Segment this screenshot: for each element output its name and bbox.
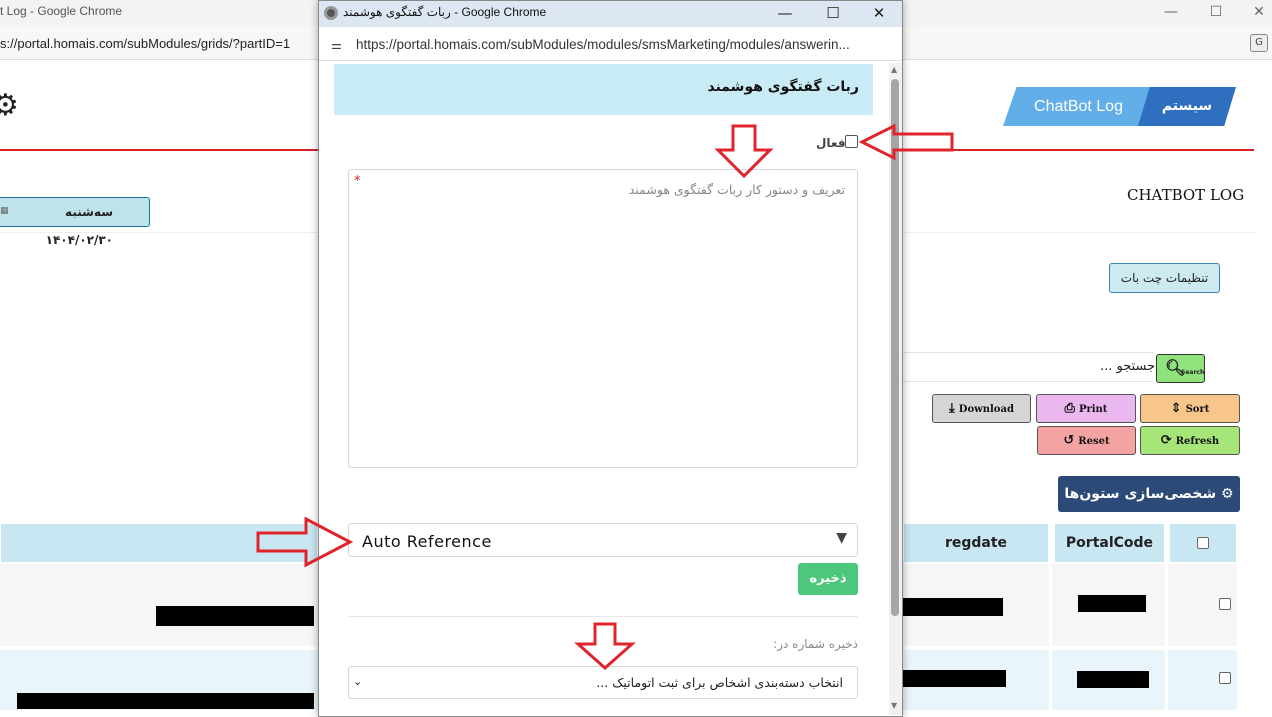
auto-reference-select[interactable]: Auto Reference ▼: [348, 523, 858, 557]
tab-chatbot-log[interactable]: ChatBot Log: [1003, 87, 1154, 126]
date-text: سه‌شنبه ۱۴۰۴/۰۲/۳۰: [45, 205, 113, 247]
sort-label: Sort: [1185, 404, 1210, 415]
refresh-icon: ⟳: [1160, 433, 1172, 448]
calendar-icon: ▦: [0, 206, 9, 216]
red-arrow-down-icon: [714, 124, 774, 179]
translate-icon[interactable]: G: [1250, 34, 1268, 52]
table-header-select-all[interactable]: [1169, 523, 1237, 563]
print-label: Print: [1078, 404, 1108, 415]
popup-window: ربات گفتگوی هوشمند - Google Chrome — ☐ ✕…: [318, 0, 903, 717]
search-button[interactable]: 🔍︎ Search: [1156, 354, 1205, 383]
maximize-icon[interactable]: ☐: [821, 3, 845, 23]
required-mark: *: [354, 174, 361, 189]
active-label: فعال: [816, 136, 846, 150]
chatbot-settings-button[interactable]: تنظیمات چت بات: [1109, 263, 1220, 293]
minimize-icon[interactable]: —: [773, 3, 797, 23]
redacted-cell: [156, 606, 314, 626]
download-label: Download: [958, 404, 1014, 415]
instructions-textarea[interactable]: * تعریف و دستور کار ربات گفتگوی هوشمند: [348, 169, 858, 468]
download-icon: ⤓: [949, 401, 955, 416]
popup-window-title: ربات گفتگوی هوشمند - Google Chrome: [343, 5, 547, 19]
save-number-label: ذخیره شماره در:: [773, 637, 858, 651]
chevron-down-icon: ⌄: [353, 675, 363, 688]
popup-titlebar: ربات گفتگوی هوشمند - Google Chrome — ☐ ✕: [319, 1, 902, 27]
close-icon[interactable]: ✕: [867, 3, 891, 23]
background-window-title: t Log - Google Chrome: [0, 4, 123, 18]
table-header-portalcode[interactable]: PortalCode: [1054, 523, 1165, 563]
red-arrow-down-icon: [574, 622, 636, 671]
popup-header: ربات گفتگوی هوشمند: [334, 64, 873, 115]
site-info-icon[interactable]: ⚌: [331, 38, 342, 52]
row-checkbox[interactable]: [1219, 598, 1231, 610]
row-checkbox[interactable]: [1219, 672, 1231, 684]
red-arrow-right-icon: [256, 516, 354, 568]
maximize-icon[interactable]: ☐: [1205, 2, 1227, 22]
print-button[interactable]: ⎙ Print: [1036, 394, 1136, 423]
tab-system[interactable]: سیستم: [1138, 87, 1236, 126]
auto-reference-value: Auto Reference: [362, 532, 492, 551]
select-all-checkbox[interactable]: [1197, 537, 1209, 549]
reset-label: Reset: [1078, 436, 1110, 447]
reset-button[interactable]: ↺ Reset: [1037, 426, 1136, 455]
textarea-placeholder: تعریف و دستور کار ربات گفتگوی هوشمند: [628, 182, 845, 197]
date-badge[interactable]: سه‌شنبه ۱۴۰۴/۰۲/۳۰: [0, 197, 150, 247]
sort-icon: ⇕: [1170, 401, 1182, 416]
page-title: CHATBOT LOG: [1127, 186, 1245, 204]
dropdown-arrow-icon: ▼: [836, 530, 847, 546]
sort-button[interactable]: ⇕ Sort: [1140, 394, 1240, 423]
close-icon[interactable]: ✕: [1248, 2, 1270, 22]
redacted-portalcode: [1078, 595, 1146, 612]
category-select[interactable]: ⌄ انتخاب دسته‌بندی اشخاص برای ثبت اتومات…: [348, 666, 858, 699]
divider: [903, 232, 1255, 233]
cell-separator: [1165, 564, 1168, 710]
redacted-portalcode: [1077, 671, 1149, 688]
undo-icon: ↺: [1063, 433, 1075, 448]
active-checkbox[interactable]: [845, 135, 858, 148]
background-url[interactable]: s://portal.homais.com/subModules/grids/?…: [0, 36, 290, 51]
save-button[interactable]: ذخیره: [798, 563, 858, 595]
gear-icon[interactable]: ⚙: [0, 88, 19, 123]
cell-separator: [1049, 564, 1052, 710]
popup-address-bar[interactable]: ⚌ https://portal.homais.com/subModules/m…: [319, 27, 902, 61]
red-arrow-left-icon: [858, 123, 954, 161]
scroll-down-icon[interactable]: ▼: [891, 701, 897, 710]
table-header-regdate[interactable]: regdate: [903, 523, 1049, 563]
download-button[interactable]: ⤓ Download: [932, 394, 1031, 423]
scroll-up-icon[interactable]: ▲: [891, 65, 897, 74]
redacted-regdate: [903, 670, 1006, 687]
popup-url[interactable]: https://portal.homais.com/subModules/mod…: [356, 37, 850, 52]
print-icon: ⎙: [1064, 401, 1075, 416]
category-select-value: انتخاب دسته‌بندی اشخاص برای ثبت اتوماتیک…: [596, 675, 843, 690]
divider: [0, 232, 318, 233]
refresh-button[interactable]: ⟳ Refresh: [1140, 426, 1240, 455]
minimize-icon[interactable]: —: [1160, 2, 1182, 22]
redacted-regdate: [903, 598, 1003, 616]
chrome-icon: [324, 6, 338, 20]
redacted-cell: [17, 693, 314, 709]
divider: [348, 616, 858, 617]
search-button-label: Search: [1181, 369, 1205, 376]
customize-columns-button[interactable]: ⚙ شخصی‌سازی ستون‌ها: [1058, 476, 1240, 512]
popup-header-title: ربات گفتگوی هوشمند: [707, 79, 859, 95]
refresh-label: Refresh: [1175, 436, 1220, 447]
search-input-value: جستجو ...: [1100, 359, 1156, 374]
